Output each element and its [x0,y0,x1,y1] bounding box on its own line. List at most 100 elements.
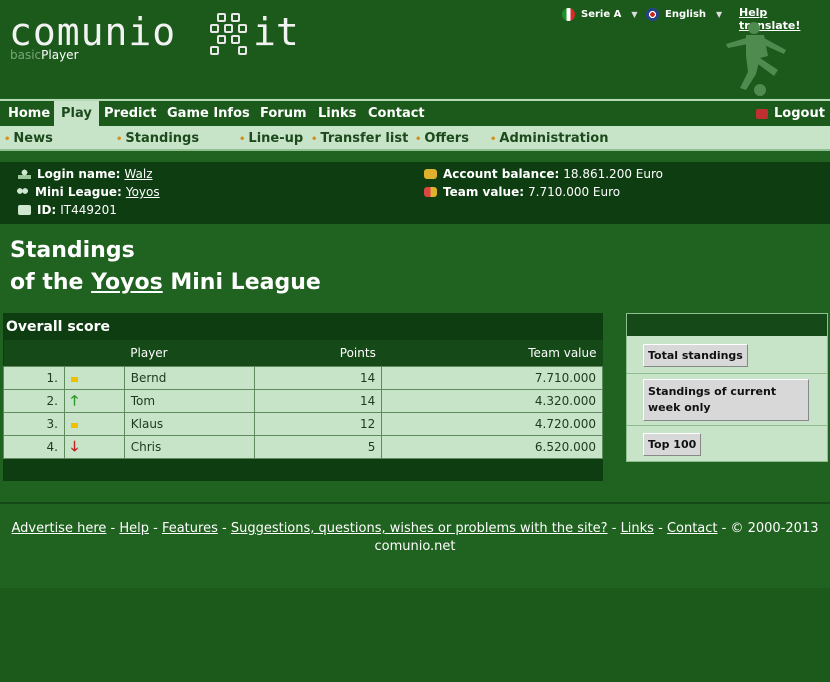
footer-link-suggestions[interactable]: Suggestions, questions, wishes or proble… [231,521,608,536]
points-cell: 14 [253,388,383,413]
footer-domain: comunio.net [374,539,456,554]
league-selector-label: Serie A [581,9,622,20]
bullet-icon: • [239,134,246,145]
id-value: IT449201 [60,203,117,217]
logo-text: comunio [9,10,177,54]
subnav-news[interactable]: • News [4,126,53,151]
logout-label: Logout [774,106,825,121]
nav-play[interactable]: Play [54,101,99,126]
login-name-link[interactable]: Walz [124,167,152,181]
table-row: 4. 🡓 Chris 5 6.520.000 [3,434,603,459]
language-selector[interactable]: English ▼ [646,8,722,21]
points-cell: 5 [253,434,383,459]
bullet-icon: • [311,134,318,145]
nav-game-infos[interactable]: Game Infos [160,101,257,126]
chevron-down-icon: ▼ [631,10,638,19]
no-change-icon [70,376,78,382]
standings-options-panel: Total standings Standings of current wee… [626,313,828,462]
main-nav: Home Play Predict Game Infos Forum Links… [0,99,830,126]
table-row: 2. 🡑 Tom 14 4.320.000 [3,388,603,413]
standings-table: Player Points Team value 1. Bernd 14 7.710.… [3,340,603,459]
total-standings-button[interactable]: Total standings [643,344,748,367]
team-value-row: Team value: 7.710.000 Euro [424,185,620,199]
player-cell[interactable]: Bernd [123,365,255,390]
edition-subtitle: basicPlayer [10,48,79,62]
nav-links[interactable]: Links [311,101,363,126]
user-icon [18,169,31,179]
team-value-cell: 4.720.000 [381,411,603,436]
id-card-icon [18,205,31,215]
footer-link-contact[interactable]: Contact [667,521,718,536]
trend-cell [63,411,125,436]
language-selector-label: English [665,9,707,20]
team-value-cell: 7.710.000 [381,365,603,390]
player-cell[interactable]: Klaus [123,411,255,436]
player-cell[interactable]: Tom [123,388,255,413]
team-value-cell: 6.520.000 [381,434,603,459]
nav-predict[interactable]: Predict [97,101,163,126]
footer-link-help[interactable]: Help [119,521,149,536]
group-icon [16,187,29,197]
column-header-team-value: Team value [381,340,603,366]
bullet-icon: • [415,134,422,145]
column-header-player: Player [124,340,255,366]
footer: Advertise here - Help - Features - Sugge… [0,520,830,556]
table-row: 1. Bernd 14 7.710.000 [3,365,603,390]
rank-cell: 4. [3,434,65,459]
bullet-icon: • [4,134,11,145]
rank-cell: 2. [3,388,65,413]
points-cell: 12 [253,411,383,436]
logo-suffix: it [253,10,299,54]
top-100-button[interactable]: Top 100 [643,433,702,456]
subnav-administration[interactable]: • Administration [490,126,608,151]
rank-cell: 1. [3,365,65,390]
account-balance-value: 18.861.200 Euro [563,167,663,181]
table-header-row: Player Points Team value [3,340,603,366]
arrow-down-icon: 🡓 [70,438,79,455]
league-title-link[interactable]: Yoyos [91,270,163,295]
trend-cell: 🡑 [63,388,125,413]
team-value-icon [424,187,437,197]
nav-contact[interactable]: Contact [361,101,432,126]
current-week-standings-button[interactable]: Standings of current week only [643,379,809,421]
comunio-logo[interactable]: comunio it [9,10,309,55]
logout-button[interactable]: Logout [756,101,825,126]
footer-link-features[interactable]: Features [162,521,218,536]
bullet-icon: • [490,134,497,145]
nav-forum[interactable]: Forum [253,101,314,126]
account-info-bar: Login name: Walz Mini League: Yoyos ID: … [0,162,830,224]
subnav-standings[interactable]: • Standings [116,126,199,151]
player-cell[interactable]: Chris [123,434,255,459]
italy-flag-icon [562,8,575,21]
bullet-icon: • [116,134,123,145]
overall-score-heading: Overall score [6,319,110,335]
subnav-line-up[interactable]: • Line-up [239,126,303,151]
arrow-up-icon: 🡑 [70,392,79,409]
account-balance-row: Account balance: 18.861.200 Euro [424,167,663,181]
id-row: ID: IT449201 [18,203,117,217]
mini-league-row: Mini League: Yoyos [16,185,160,199]
nav-home[interactable]: Home [1,101,57,126]
table-row: 3. Klaus 12 4.720.000 [3,411,603,436]
trend-cell [63,365,125,390]
chevron-down-icon: ▼ [716,10,723,19]
footer-link-advertise[interactable]: Advertise here [12,521,107,536]
page-title: Standings of the Yoyos Mini League [10,238,321,295]
team-value-value: 7.710.000 Euro [528,185,621,199]
trend-cell: 🡓 [63,434,125,459]
mini-league-link[interactable]: Yoyos [126,185,160,199]
copyright: © 2000-2013 [730,521,819,536]
football-player-icon [726,22,786,96]
uk-flag-icon [646,8,659,21]
logout-icon [756,108,768,119]
subnav-offers[interactable]: • Offers [415,126,469,151]
money-icon [424,169,437,179]
footer-link-links[interactable]: Links [621,521,654,536]
points-cell: 14 [253,365,383,390]
header: comunio it basicPlayer Serie A ▼ English… [0,0,830,98]
overall-score-panel: Overall score Player Points Team value 1… [3,313,603,481]
rank-cell: 3. [3,411,65,436]
subnav-transfer-list[interactable]: • Transfer list [311,126,408,151]
login-name-row: Login name: Walz [18,167,153,181]
league-selector[interactable]: Serie A ▼ [562,8,638,21]
